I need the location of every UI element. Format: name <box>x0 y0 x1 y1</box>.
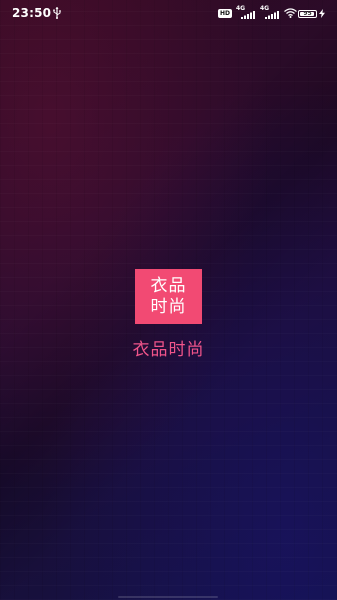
status-time: 23:50 <box>12 6 52 20</box>
signal-group-1: 4G <box>236 5 256 20</box>
logo-text-line-1: 衣品 <box>150 275 187 296</box>
battery-level: 95 <box>303 9 312 17</box>
home-indicator <box>118 596 218 598</box>
wifi-icon <box>284 8 297 18</box>
hd-badge: HD <box>217 8 232 18</box>
logo-text-line-2: 时尚 <box>150 296 187 317</box>
signal-bars-icon <box>265 11 279 19</box>
signal-bars-icon <box>241 11 255 19</box>
battery: 95 <box>298 9 325 18</box>
usb-icon <box>53 7 61 19</box>
signal-group-2: 4G <box>260 5 280 20</box>
splash-screen: 23:50 HD 4G 4G 95 衣品 时尚 衣品时尚 <box>0 0 337 600</box>
status-bar: 23:50 HD 4G 4G 95 <box>0 0 337 26</box>
charging-bolt-icon <box>319 9 325 18</box>
app-name: 衣品时尚 <box>132 340 205 360</box>
status-icons: HD 4G 4G <box>217 5 297 20</box>
battery-icon: 95 <box>298 9 317 18</box>
app-logo: 衣品 时尚 <box>135 269 202 324</box>
